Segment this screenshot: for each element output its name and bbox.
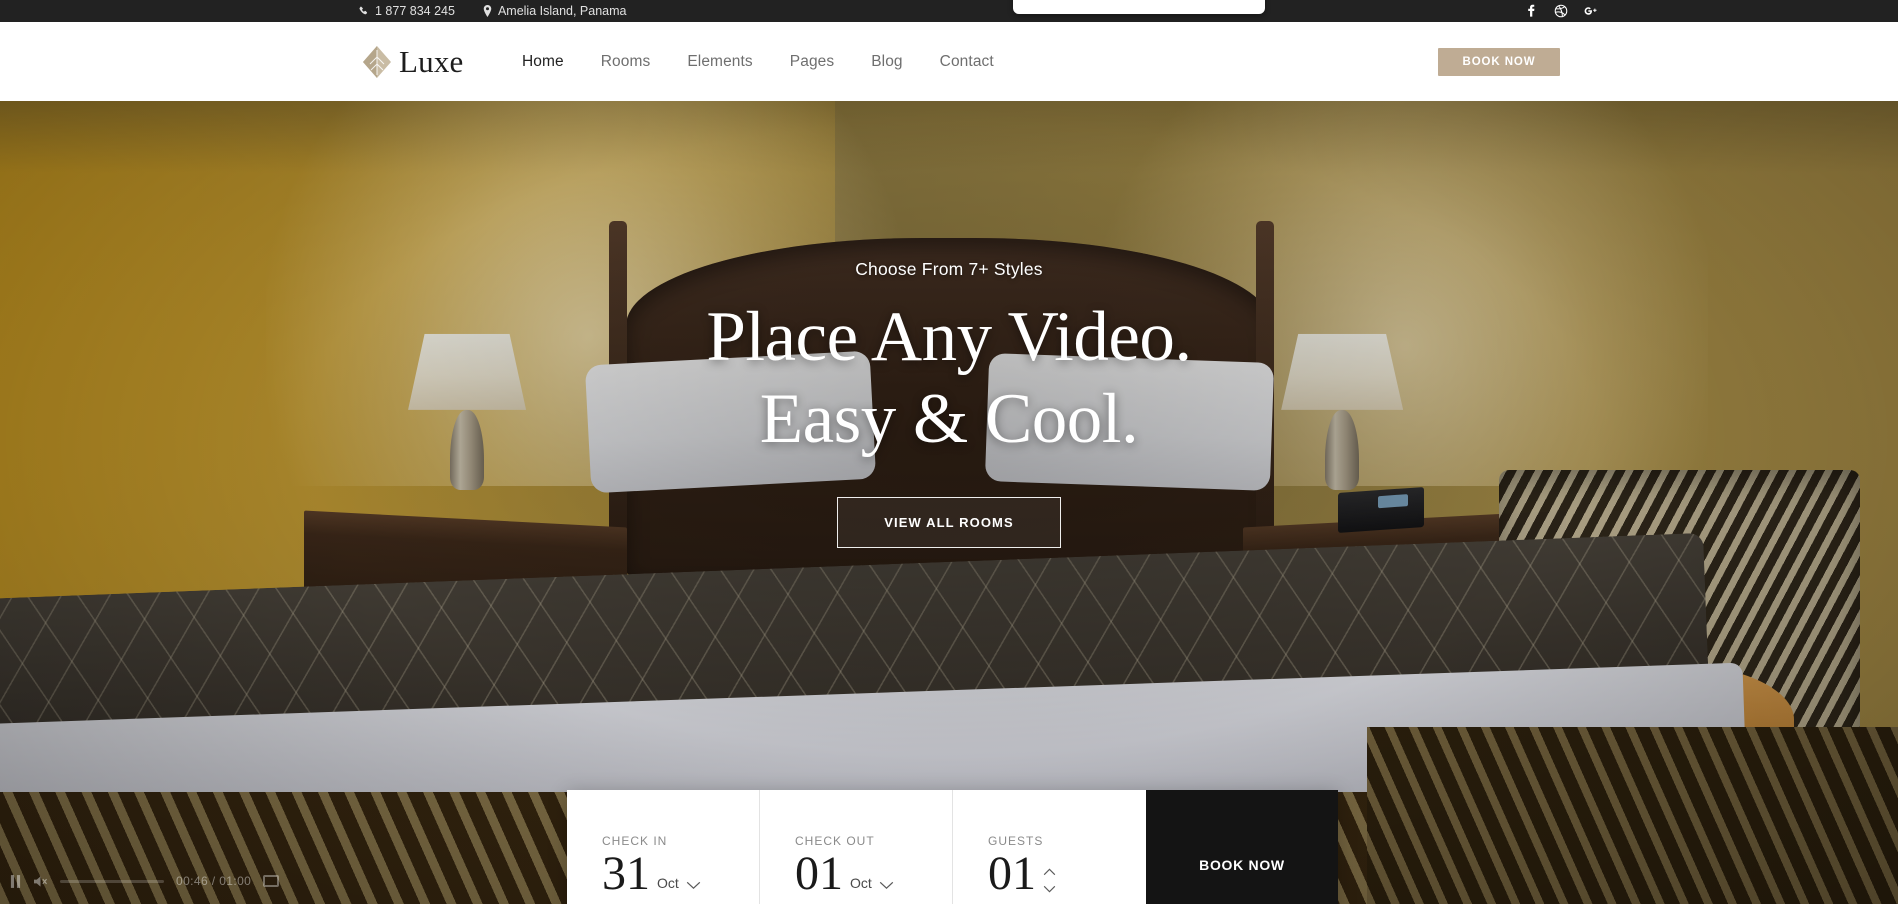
chevron-up-icon[interactable]: [1043, 868, 1056, 876]
nav-item-home[interactable]: Home: [522, 53, 564, 71]
video-controls: 00:46 / 01:00: [10, 874, 280, 888]
header-book-now-button[interactable]: BOOK NOW: [1438, 47, 1560, 76]
hero-content: Choose From 7+ Styles Place Any Video. E…: [0, 259, 1898, 548]
mute-icon[interactable]: [33, 875, 48, 888]
checkin-month: Oct: [657, 875, 679, 892]
nav-item-contact[interactable]: Contact: [940, 53, 994, 71]
guests-count: 01: [988, 847, 1036, 900]
location-text: Amelia Island, Panama: [497, 4, 627, 18]
checkin-value-row: 31 Oct: [602, 847, 759, 900]
map-pin-icon: [483, 5, 492, 17]
brand-logo[interactable]: Luxe: [362, 45, 464, 79]
chevron-down-icon[interactable]: [686, 881, 701, 896]
chevron-down-icon[interactable]: [879, 881, 894, 896]
pause-icon[interactable]: [10, 874, 21, 888]
google-plus-icon[interactable]: [1584, 4, 1598, 18]
video-progress-bar[interactable]: [60, 879, 164, 883]
topbar-contact-group: 1 877 834 245 Amelia Island, Panama: [358, 4, 627, 18]
checkout-field[interactable]: CHECK OUT 01 Oct: [760, 790, 953, 904]
topbar-phone[interactable]: 1 877 834 245: [358, 4, 455, 18]
checkin-label: CHECK IN: [602, 834, 668, 848]
booking-widget: CHECK IN 31 Oct CHECK OUT 01 Oct GUESTS …: [567, 790, 1338, 904]
topbar-location[interactable]: Amelia Island, Panama: [483, 4, 627, 18]
checkin-day: 31: [602, 847, 650, 900]
fullscreen-icon[interactable]: [263, 875, 280, 887]
hero-video-section: Choose From 7+ Styles Place Any Video. E…: [0, 101, 1898, 904]
main-navigation: Home Rooms Elements Pages Blog Contact: [522, 53, 994, 71]
guests-label: GUESTS: [988, 834, 1044, 848]
hero-subtitle: Choose From 7+ Styles: [855, 259, 1043, 279]
nav-item-rooms[interactable]: Rooms: [601, 53, 651, 71]
chevron-down-icon[interactable]: [1043, 885, 1056, 893]
topbar-social-group: [1524, 0, 1598, 22]
dribbble-icon[interactable]: [1554, 4, 1568, 18]
video-timestamp: 00:46 / 01:00: [176, 874, 252, 888]
nav-item-elements[interactable]: Elements: [687, 53, 752, 71]
nav-item-blog[interactable]: Blog: [871, 53, 902, 71]
checkin-field[interactable]: CHECK IN 31 Oct: [567, 790, 760, 904]
booking-book-now-button[interactable]: BOOK NOW: [1146, 790, 1338, 904]
guests-stepper: [1043, 868, 1056, 896]
view-all-rooms-button[interactable]: VIEW ALL ROOMS: [837, 496, 1061, 548]
phone-icon: [358, 6, 369, 17]
hero-title-line-1: Place Any Video.: [706, 298, 1192, 376]
checkout-day: 01: [795, 847, 843, 900]
topbar: 1 877 834 245 Amelia Island, Panama: [0, 0, 1898, 22]
search-suggestion-panel[interactable]: [1013, 0, 1265, 14]
checkout-label: CHECK OUT: [795, 834, 875, 848]
checkout-value-row: 01 Oct: [795, 847, 952, 900]
facebook-icon[interactable]: [1524, 4, 1538, 18]
phone-number: 1 877 834 245: [375, 4, 455, 18]
luxe-leaf-icon: [362, 45, 392, 79]
checkout-month: Oct: [850, 875, 872, 892]
hero-title-line-2: Easy & Cool.: [759, 380, 1139, 459]
nav-item-pages[interactable]: Pages: [790, 53, 834, 71]
site-header: Luxe Home Rooms Elements Pages Blog Cont…: [0, 22, 1898, 101]
guests-field[interactable]: GUESTS 01: [953, 790, 1146, 904]
guests-value-row: 01: [988, 847, 1146, 900]
hero-title: Place Any Video. Easy & Cool.: [0, 296, 1898, 461]
brand-name: Luxe: [399, 44, 464, 79]
